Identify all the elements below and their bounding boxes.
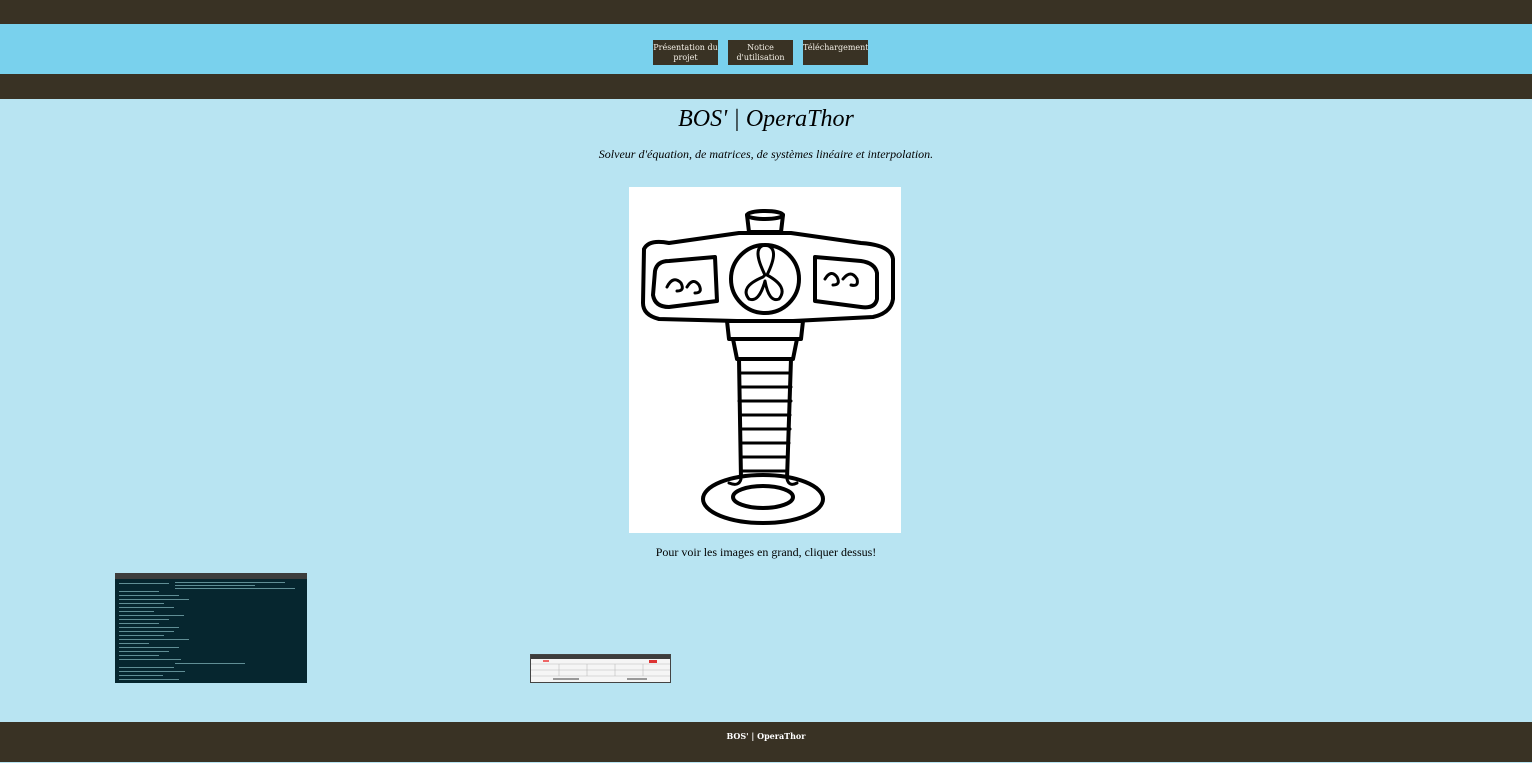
gallery-hint: Pour voir les images en grand, cliquer d…: [655, 545, 877, 559]
terminal-screenshot-icon[interactable]: [115, 573, 307, 683]
top-bar: [0, 0, 1532, 24]
nav-download-button[interactable]: Téléchargement: [803, 40, 868, 65]
table-screenshot-icon[interactable]: [530, 654, 671, 683]
nav-notice-button[interactable]: Notice d'utilisation: [728, 40, 793, 65]
navigation-bar: Présentation du projet Notice d'utilisat…: [0, 24, 1532, 74]
header-divider-bar: [0, 74, 1532, 99]
footer: BOS' | OperaThor: [0, 722, 1532, 762]
page-subtitle: Solveur d'équation, de matrices, de syst…: [598, 147, 934, 161]
footer-title: BOS' | OperaThor: [726, 731, 806, 741]
hammer-logo-icon: [629, 187, 901, 533]
nav-presentation-button[interactable]: Présentation du projet: [653, 40, 718, 65]
page-title: BOS' | OperaThor: [678, 106, 854, 132]
